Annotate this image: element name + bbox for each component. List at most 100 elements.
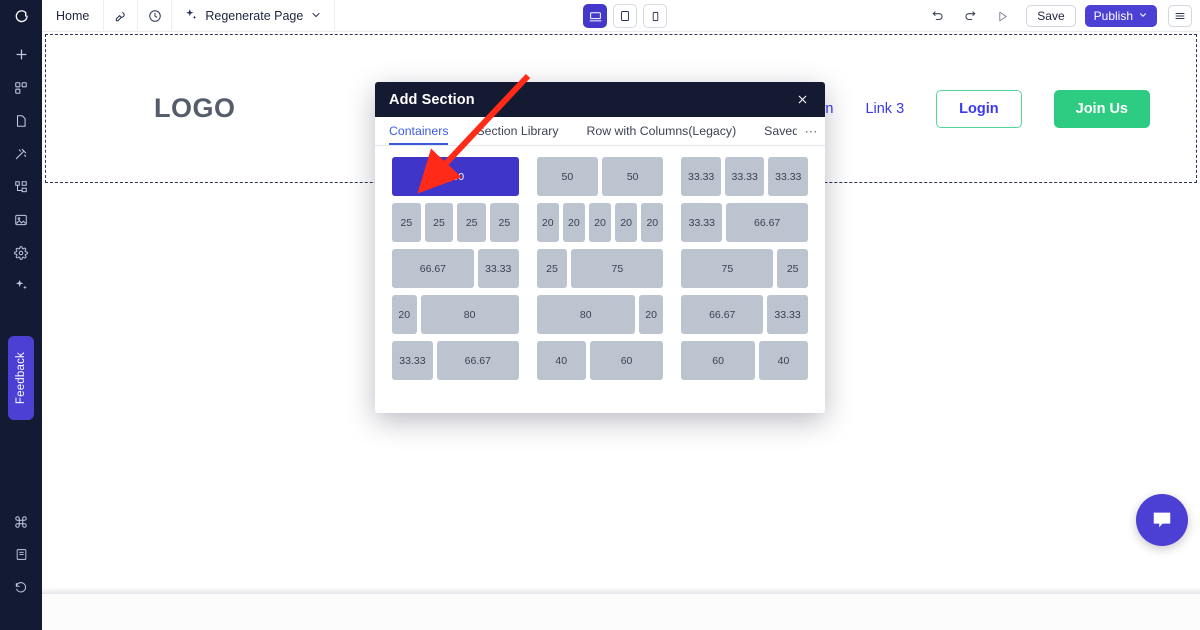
layout-cell: 80 [420, 295, 519, 334]
layout-option-25-25-25-25[interactable]: 25 25 25 25 [392, 203, 519, 242]
layout-option-40-60[interactable]: 40 60 [536, 341, 664, 380]
history-icon[interactable] [0, 571, 42, 604]
device-toggle-tablet[interactable] [613, 4, 637, 28]
layout-cell: 33.33 [392, 341, 433, 380]
close-icon[interactable] [793, 91, 811, 109]
wrench-icon[interactable] [104, 0, 139, 32]
clock-icon[interactable] [138, 0, 173, 32]
save-button[interactable]: Save [1026, 5, 1076, 27]
home-label: Home [56, 9, 90, 23]
nav-link-3[interactable]: Link 3 [865, 101, 904, 117]
layout-cell: 25 [536, 249, 568, 288]
layout-cell: 20 [641, 203, 664, 242]
join-us-button[interactable]: Join Us [1053, 89, 1150, 128]
layout-option-60-40[interactable]: 60 40 [681, 341, 809, 380]
add-section-modal: Add Section Containers Section Library R… [375, 82, 825, 413]
command-icon[interactable] [0, 505, 42, 538]
layout-option-75-25[interactable]: 75 25 [681, 249, 809, 288]
layout-cell: 33.33 [767, 295, 809, 334]
sidebar-item-design[interactable] [0, 137, 42, 170]
layout-cell: 20 [562, 203, 585, 242]
layout-option-33.33-66.67[interactable]: 33.33 66.67 [681, 203, 809, 242]
layout-cell: 20 [392, 295, 417, 334]
modal-title: Add Section [389, 91, 475, 108]
layout-cell: 20 [536, 203, 559, 242]
tab-row-with-columns[interactable]: Row with Columns(Legacy) [573, 117, 751, 145]
layout-row: 20 80 80 20 66.67 33.33 [392, 295, 809, 334]
layout-cell: 50 [602, 157, 664, 196]
book-icon[interactable] [0, 538, 42, 571]
layout-cell: 80 [536, 295, 635, 334]
regenerate-page-button[interactable]: Regenerate Page [172, 0, 336, 32]
layout-option-20-80[interactable]: 20 80 [392, 295, 519, 334]
tab-containers-label: Containers [389, 124, 449, 138]
redo-icon[interactable] [956, 2, 984, 30]
layout-cell: 40 [758, 341, 809, 380]
chevron-down-icon [1138, 9, 1148, 23]
login-label: Login [959, 100, 999, 117]
layout-cell: 33.33 [477, 249, 519, 288]
feedback-button[interactable]: Feedback [8, 336, 34, 420]
layout-option-66.67-33.33[interactable]: 66.67 33.33 [392, 249, 519, 288]
undo-icon[interactable] [924, 2, 952, 30]
site-logo[interactable]: LOGO [154, 93, 236, 124]
layout-option-25-75[interactable]: 25 75 [536, 249, 664, 288]
tab-row-with-columns-label: Row with Columns(Legacy) [586, 124, 737, 138]
layout-option-50-50[interactable]: 50 50 [536, 157, 664, 196]
login-button[interactable]: Login [936, 89, 1022, 128]
layout-cell: 25 [457, 203, 487, 242]
hamburger-menu-icon[interactable] [1168, 5, 1192, 27]
app-logo-icon[interactable] [0, 0, 42, 32]
layout-cell: 40 [536, 341, 586, 380]
chevron-down-icon[interactable] [310, 9, 322, 24]
sidebar-item-pages[interactable] [0, 104, 42, 137]
layout-option-33.33-33.33-33.33[interactable]: 33.33 33.33 33.33 [681, 157, 809, 196]
sidebar-item-ai[interactable] [0, 269, 42, 302]
layout-cell: 25 [490, 203, 519, 242]
home-menu[interactable]: Home [42, 0, 105, 32]
layout-row: 25 25 25 25 20 20 20 20 20 33.33 66.67 [392, 203, 809, 242]
sidebar-item-layers[interactable] [0, 170, 42, 203]
layout-row: 66.67 33.33 25 75 75 25 [392, 249, 809, 288]
device-toggle-desktop[interactable] [583, 4, 607, 28]
sidebar-item-add[interactable] [0, 38, 42, 71]
container-layout-grid: 100 50 50 33.33 33.33 33.33 25 25 25 25 20 20 20 20 20… [375, 146, 825, 401]
device-toggle-mobile[interactable] [643, 4, 667, 28]
regenerate-label: Regenerate Page [205, 9, 304, 23]
layout-option-66.67-33.33[interactable]: 66.67 33.33 [681, 295, 809, 334]
sidebar-item-media[interactable] [0, 203, 42, 236]
layout-cell: 25 [392, 203, 421, 242]
ellipsis-icon[interactable]: ⋯ [797, 117, 825, 145]
device-preview-toggles [583, 4, 667, 28]
save-label: Save [1037, 9, 1065, 23]
layout-cell: 100 [392, 157, 519, 196]
layout-cell: 75 [681, 249, 774, 288]
top-toolbar: Home Regenerate Page Save Publish [0, 0, 1200, 32]
layout-option-20-20-20-20-20[interactable]: 20 20 20 20 20 [536, 203, 664, 242]
layout-cell: 25 [777, 249, 809, 288]
layout-option-33.33-66.67[interactable]: 33.33 66.67 [392, 341, 519, 380]
layout-option-100[interactable]: 100 [392, 157, 519, 196]
sidebar-item-settings[interactable] [0, 236, 42, 269]
layout-cell: 33.33 [681, 203, 723, 242]
layout-row: 100 50 50 33.33 33.33 33.33 [392, 157, 809, 196]
layout-option-80-20[interactable]: 80 20 [536, 295, 664, 334]
layout-cell: 66.67 [726, 203, 809, 242]
ellipsis-glyph: ⋯ [804, 123, 818, 139]
layout-cell: 20 [588, 203, 612, 242]
tab-containers[interactable]: Containers [375, 117, 462, 145]
app-root: Home Regenerate Page Save Publish Feedba… [0, 0, 1200, 630]
publish-button[interactable]: Publish [1084, 5, 1157, 27]
modal-tabs: Containers Section Library Row with Colu… [375, 117, 825, 146]
layout-cell: 20 [615, 203, 638, 242]
layout-cell: 60 [589, 341, 664, 380]
tab-section-library[interactable]: Section Library [462, 117, 572, 145]
layout-cell: 33.33 [724, 157, 765, 196]
sidebar-bottom-group [0, 505, 42, 630]
chat-bubble-icon[interactable] [1136, 494, 1188, 546]
sidebar-item-blocks[interactable] [0, 71, 42, 104]
play-icon[interactable] [988, 2, 1016, 30]
layout-cell: 33.33 [681, 157, 721, 196]
layout-cell: 20 [638, 295, 664, 334]
layout-cell: 25 [424, 203, 454, 242]
